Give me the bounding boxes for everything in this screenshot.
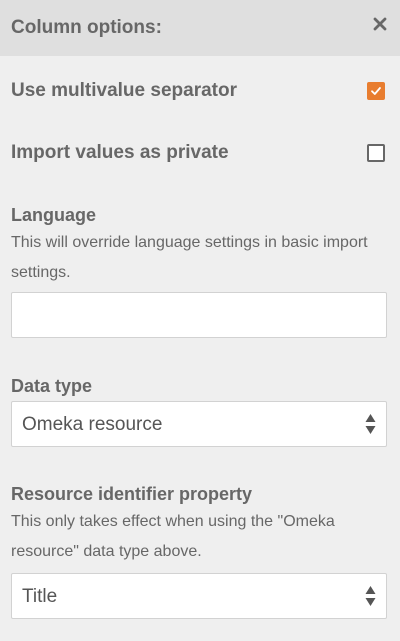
private-values-option: Import values as private — [11, 141, 387, 165]
data-type-label: Data type — [11, 376, 93, 396]
private-values-checkbox[interactable] — [367, 144, 385, 162]
data-type-select[interactable]: Omeka resource — [11, 401, 387, 447]
language-label: Language — [11, 205, 97, 225]
close-button[interactable] — [372, 16, 388, 32]
resource-identifier-label: Resource identifier property — [11, 484, 253, 504]
language-help-text: This will override language settings in … — [11, 234, 368, 281]
resource-identifier-select[interactable]: Title — [11, 573, 387, 619]
language-input[interactable] — [11, 292, 387, 338]
multivalue-separator-label: Use multivalue separator — [11, 80, 237, 101]
panel-header: Column options: — [0, 0, 400, 56]
close-icon — [373, 17, 387, 31]
select-arrows-icon — [365, 586, 376, 606]
multivalue-separator-option: Use multivalue separator — [11, 79, 387, 103]
resource-identifier-help-text: This only takes effect when using the "O… — [11, 513, 335, 560]
select-arrows-icon — [365, 414, 376, 434]
data-type-selected-value: Omeka resource — [22, 414, 163, 435]
multivalue-separator-checkbox[interactable] — [367, 82, 385, 100]
checkmark-icon — [371, 87, 381, 95]
private-values-label: Import values as private — [11, 142, 229, 163]
resource-identifier-selected-value: Title — [22, 586, 58, 607]
panel-title: Column options: — [11, 17, 162, 38]
